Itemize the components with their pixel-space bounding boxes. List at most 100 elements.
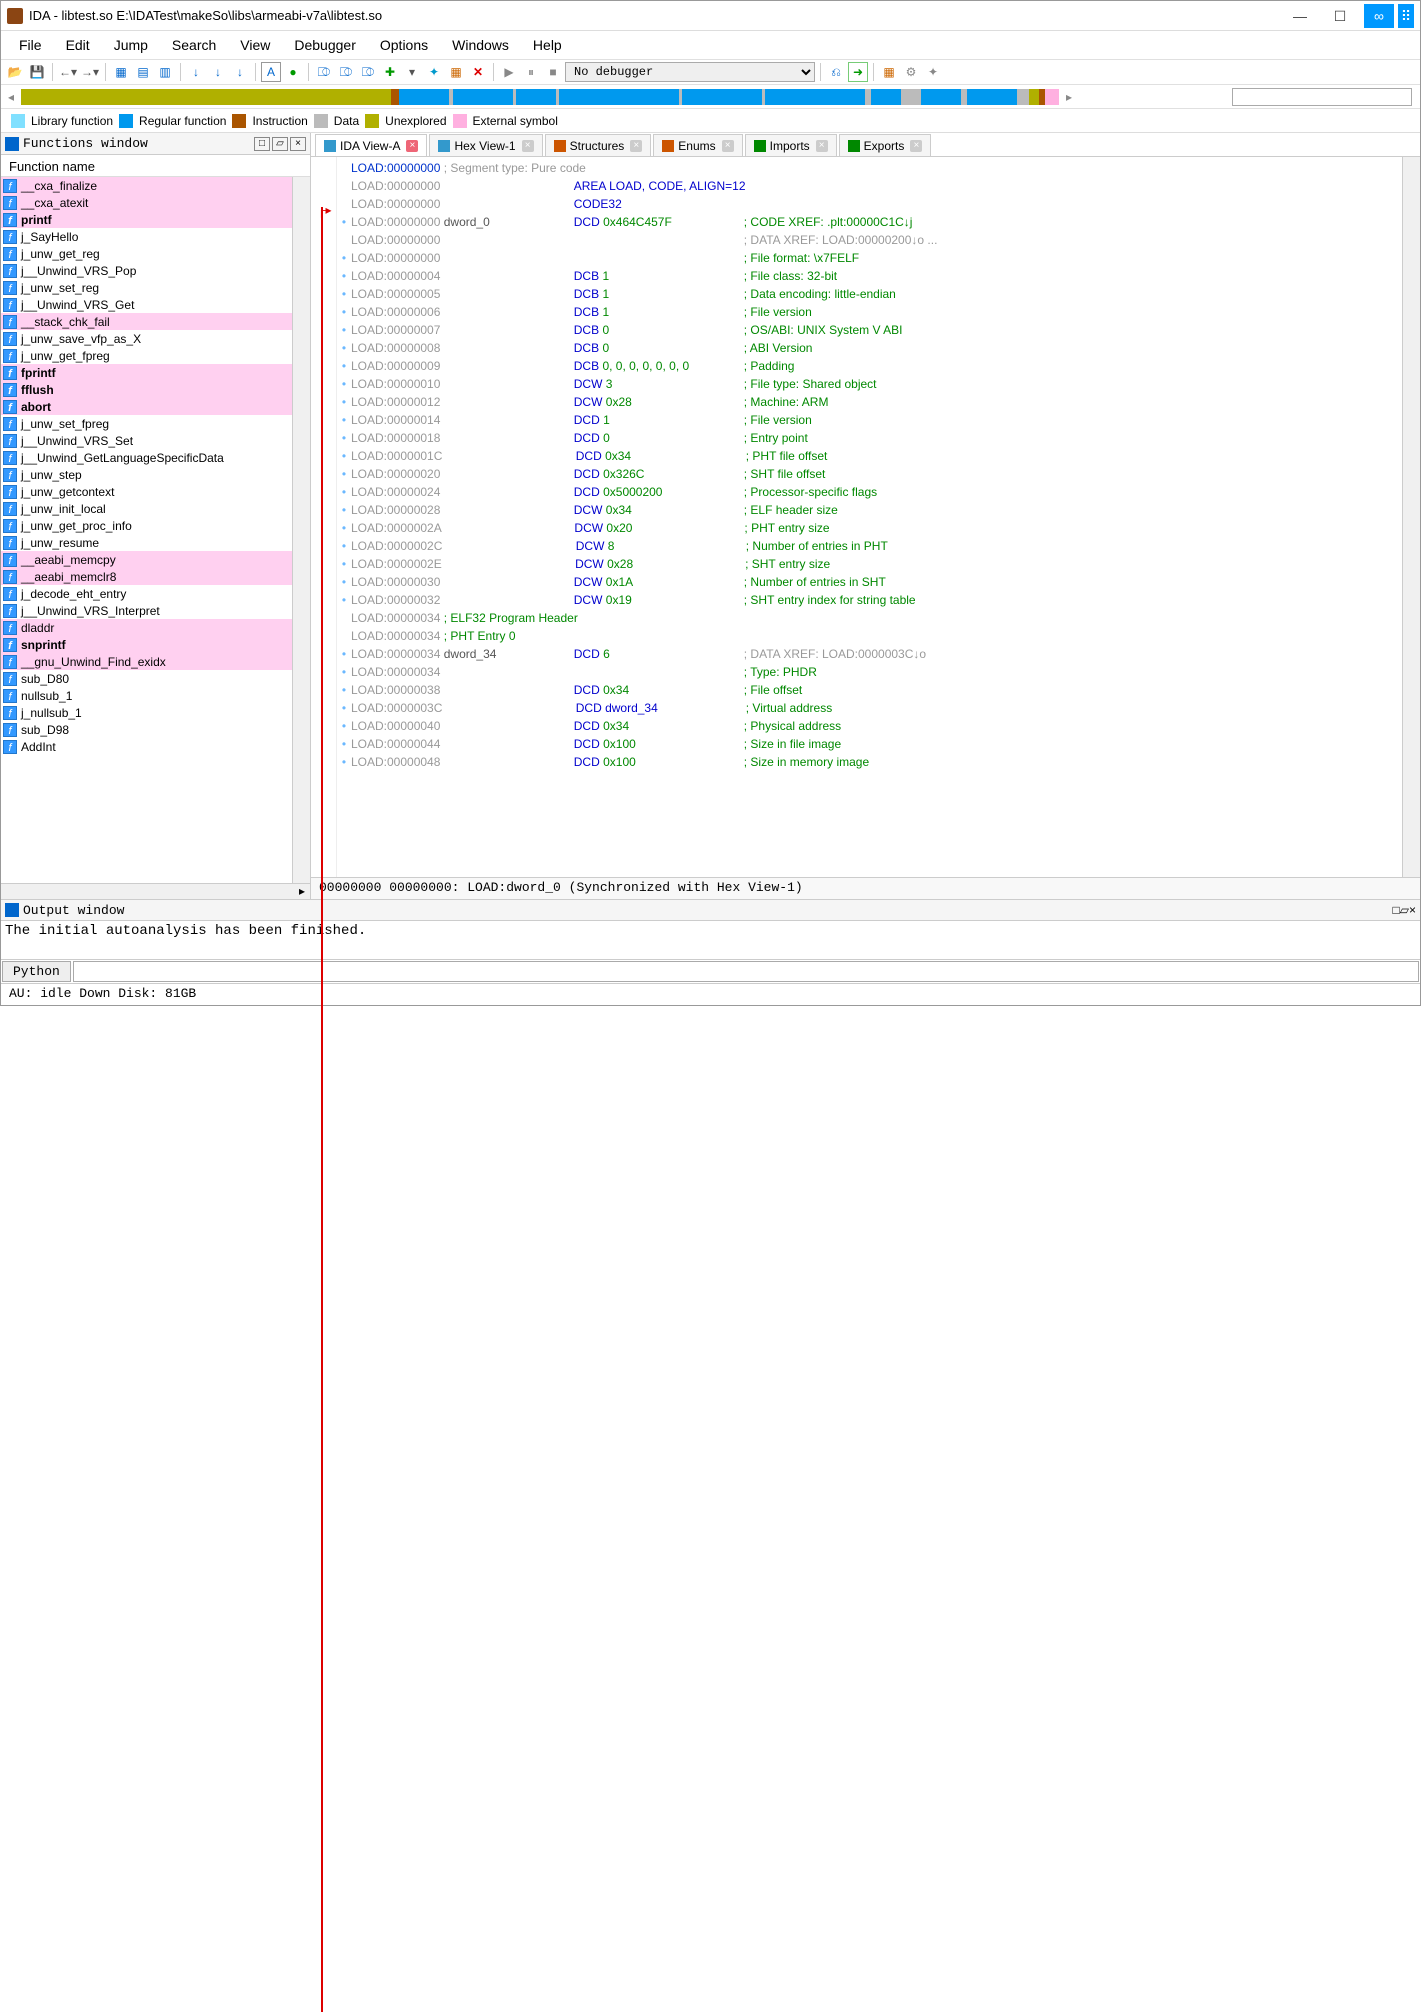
disasm-line[interactable]: LOAD:00000000 ; Segment type: Pure code — [337, 159, 1402, 177]
nav-right-icon[interactable]: ▸ — [1059, 90, 1079, 104]
disasm-line[interactable]: •LOAD:00000032 DCW 0x19; SHT entry index… — [337, 591, 1402, 609]
disasm-line[interactable]: LOAD:00000000 CODE32 — [337, 195, 1402, 213]
function-row[interactable]: f__stack_chk_fail — [1, 313, 292, 330]
panel-close-button[interactable]: × — [1409, 903, 1416, 917]
disasm-line[interactable]: •LOAD:00000030 DCW 0x1A; Number of entri… — [337, 573, 1402, 591]
minimize-button[interactable]: — — [1280, 4, 1320, 28]
function-row[interactable]: fj__Unwind_VRS_Set — [1, 432, 292, 449]
function-row[interactable]: fj_unw_get_fpreg — [1, 347, 292, 364]
function-row[interactable]: fAddInt — [1, 738, 292, 755]
disassembly-view[interactable]: LOAD:00000000 ; Segment type: Pure code … — [337, 157, 1402, 877]
function-row[interactable]: fj_unw_save_vfp_as_X — [1, 330, 292, 347]
function-list[interactable]: f__cxa_finalizef__cxa_atexitfprintffj_Sa… — [1, 177, 292, 883]
nav-left-icon[interactable]: ◂ — [1, 90, 21, 104]
fwd-icon[interactable]: →▾ — [80, 62, 100, 82]
disasm-line[interactable]: •LOAD:00000038 DCD 0x34; File offset — [337, 681, 1402, 699]
close-icon[interactable]: × — [910, 140, 922, 152]
breakpoint-dot[interactable]: • — [337, 213, 351, 231]
function-row[interactable]: fdladdr — [1, 619, 292, 636]
close-icon[interactable]: × — [522, 140, 534, 152]
breakpoint-dot[interactable]: • — [337, 411, 351, 429]
function-row[interactable]: f__gnu_Unwind_Find_exidx — [1, 653, 292, 670]
tool-icon[interactable]: ↓ — [208, 62, 228, 82]
function-row[interactable]: fj__Unwind_VRS_Interpret — [1, 602, 292, 619]
disasm-line[interactable]: •LOAD:00000024 DCD 0x5000200; Processor-… — [337, 483, 1402, 501]
panel-close-button[interactable]: × — [290, 137, 306, 151]
function-row[interactable]: fsnprintf — [1, 636, 292, 653]
close-icon[interactable]: × — [816, 140, 828, 152]
back-icon[interactable]: ←▾ — [58, 62, 78, 82]
panel-restore-button[interactable]: □ — [1393, 903, 1400, 917]
function-row[interactable]: fj_decode_eht_entry — [1, 585, 292, 602]
menu-edit[interactable]: Edit — [54, 33, 102, 57]
function-row[interactable]: fprintf — [1, 211, 292, 228]
panel-max-button[interactable]: ▱ — [1400, 903, 1409, 917]
disasm-line[interactable]: LOAD:00000034 ; PHT Entry 0 — [337, 627, 1402, 645]
breakpoint-dot[interactable]: • — [337, 447, 351, 465]
function-row[interactable]: fj_unw_step — [1, 466, 292, 483]
breakpoint-dot[interactable] — [337, 195, 351, 213]
function-row[interactable]: fj__Unwind_GetLanguageSpecificData — [1, 449, 292, 466]
breakpoint-dot[interactable]: • — [337, 663, 351, 681]
breakpoint-dot[interactable]: • — [337, 699, 351, 717]
breakpoint-dot[interactable]: • — [337, 519, 351, 537]
disasm-line[interactable]: •LOAD:00000034 dword_34DCD 6; DATA XREF:… — [337, 645, 1402, 663]
menu-jump[interactable]: Jump — [102, 33, 160, 57]
tool-icon[interactable]: ⎄ — [314, 62, 334, 82]
menu-search[interactable]: Search — [160, 33, 228, 57]
breakpoint-dot[interactable]: • — [337, 645, 351, 663]
disasm-line[interactable]: LOAD:00000034 ; ELF32 Program Header — [337, 609, 1402, 627]
star-icon[interactable]: ✦ — [424, 62, 444, 82]
disasm-line[interactable]: •LOAD:00000028 DCW 0x34; ELF header size — [337, 501, 1402, 519]
disasm-line[interactable]: •LOAD:00000034 ; Type: PHDR — [337, 663, 1402, 681]
disasm-line[interactable]: •LOAD:00000044 DCD 0x100; Size in file i… — [337, 735, 1402, 753]
function-row[interactable]: f__cxa_finalize — [1, 177, 292, 194]
disasm-line[interactable]: •LOAD:0000002E DCW 0x28; SHT entry size — [337, 555, 1402, 573]
disasm-line[interactable]: •LOAD:0000003C DCD dword_34; Virtual add… — [337, 699, 1402, 717]
delete-icon[interactable]: ✕ — [468, 62, 488, 82]
pause-icon[interactable]: ⏸ — [521, 62, 541, 82]
breakpoint-dot[interactable]: • — [337, 591, 351, 609]
breakpoint-dot[interactable]: • — [337, 339, 351, 357]
plus-icon[interactable]: ✚ — [380, 62, 400, 82]
function-row[interactable]: fj_unw_get_proc_info — [1, 517, 292, 534]
breakpoint-dot[interactable]: • — [337, 465, 351, 483]
cloud-button[interactable]: ∞ — [1364, 4, 1394, 28]
disasm-line[interactable]: •LOAD:00000000 dword_0DCD 0x464C457F; CO… — [337, 213, 1402, 231]
breakpoint-dot[interactable]: • — [337, 483, 351, 501]
breakpoint-dot[interactable]: • — [337, 735, 351, 753]
function-row[interactable]: fj_unw_init_local — [1, 500, 292, 517]
breakpoint-dot[interactable]: • — [337, 537, 351, 555]
function-row[interactable]: fj_unw_set_reg — [1, 279, 292, 296]
tool-icon[interactable]: ↓ — [230, 62, 250, 82]
scrollbar[interactable] — [292, 177, 310, 883]
tool-icon[interactable]: ▦ — [111, 62, 131, 82]
tool-icon[interactable]: ⎄ — [358, 62, 378, 82]
tool-icon[interactable]: ⚙ — [901, 62, 921, 82]
function-row[interactable]: fj_unw_set_fpreg — [1, 415, 292, 432]
python-label[interactable]: Python — [2, 961, 71, 982]
disasm-line[interactable]: LOAD:00000000 ; DATA XREF: LOAD:00000200… — [337, 231, 1402, 249]
close-icon[interactable]: × — [722, 140, 734, 152]
maximize-button[interactable]: ☐ — [1320, 4, 1360, 28]
tab[interactable]: Exports× — [839, 134, 932, 156]
navigation-band[interactable]: ◂ ▸ — [1, 85, 1420, 109]
function-row[interactable]: f__aeabi_memcpy — [1, 551, 292, 568]
breakpoint-dot[interactable]: • — [337, 717, 351, 735]
function-row[interactable]: ffflush — [1, 381, 292, 398]
menu-options[interactable]: Options — [368, 33, 440, 57]
disasm-line[interactable]: •LOAD:00000008 DCB 0; ABI Version — [337, 339, 1402, 357]
tab[interactable]: Structures× — [545, 134, 652, 156]
breakpoint-dot[interactable] — [337, 177, 351, 195]
tool-icon[interactable]: ⎌ — [826, 62, 846, 82]
breakpoint-dot[interactable] — [337, 231, 351, 249]
tab[interactable]: IDA View-A× — [315, 134, 427, 156]
tool-icon[interactable]: ▾ — [402, 62, 422, 82]
tab[interactable]: Hex View-1× — [429, 134, 542, 156]
breakpoint-dot[interactable]: • — [337, 303, 351, 321]
tab[interactable]: Enums× — [653, 134, 742, 156]
breakpoint-dot[interactable] — [337, 159, 351, 177]
breakpoint-dot[interactable]: • — [337, 573, 351, 591]
close-icon[interactable]: × — [406, 140, 418, 152]
disasm-line[interactable]: •LOAD:0000002C DCW 8; Number of entries … — [337, 537, 1402, 555]
